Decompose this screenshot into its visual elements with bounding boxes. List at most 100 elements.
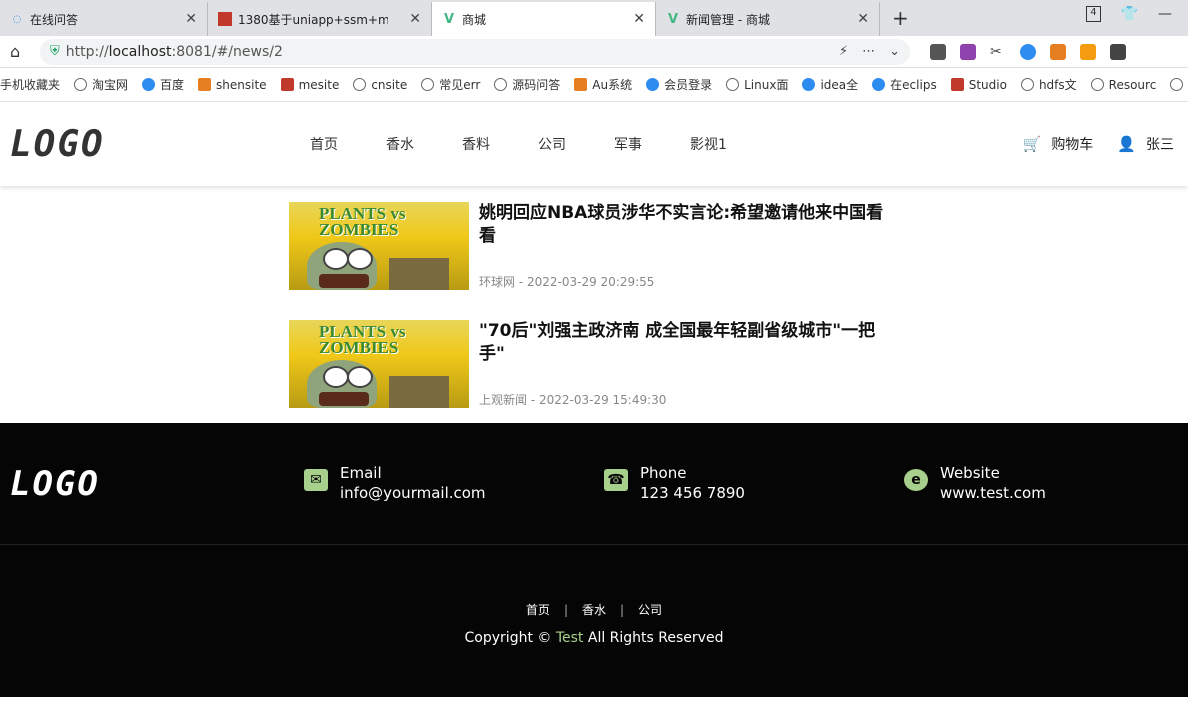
divider: |	[620, 603, 625, 617]
cart-link[interactable]: 🛒 购物车	[1023, 134, 1094, 154]
bookmark-label: 常见err	[439, 78, 481, 92]
user-icon: 👤	[1117, 135, 1136, 153]
bookmark-item[interactable]: 百度	[142, 76, 184, 93]
nav-item-military[interactable]: 军事	[614, 134, 642, 154]
bookmark-item[interactable]: hdfs文	[1020, 76, 1077, 93]
news-meta: 上观新闻 - 2022-03-29 15:49:30	[479, 393, 667, 407]
bookmark-item[interactable]: Au系统	[574, 76, 632, 93]
copyright-brand[interactable]: Test	[556, 630, 584, 646]
footer-link-company[interactable]: 公司	[638, 603, 662, 617]
close-icon[interactable]: ✕	[409, 11, 421, 27]
bookmark-item[interactable]: Linux面	[726, 76, 788, 93]
bookmark-item[interactable]: 在eclips	[872, 76, 937, 93]
nav-item-movies[interactable]: 影视1	[690, 134, 727, 154]
tab-count-badge[interactable]: 4	[1086, 6, 1101, 22]
cart-icon: 🛒	[1022, 135, 1042, 153]
news-item[interactable]: PLANTS vs ZOMBIES "70后"刘强主政济南 成全国最年轻副省级城…	[289, 320, 889, 408]
qa-favicon-icon: ◌	[12, 13, 22, 25]
zombie-eye	[347, 366, 373, 388]
bookmark-item[interactable]: 会员登录	[646, 76, 712, 93]
news-thumbnail[interactable]: PLANTS vs ZOMBIES	[289, 202, 469, 290]
nav-item-home[interactable]: 首页	[310, 134, 338, 154]
news-meta: 环球网 - 2022-03-29 20:29:55	[479, 275, 655, 289]
search-icon[interactable]	[1020, 43, 1036, 60]
bookmark-item[interactable]: shensite	[198, 78, 267, 92]
url-rest: :8081/#/news/2	[171, 43, 283, 60]
footer-link-perfume[interactable]: 香水	[582, 603, 606, 617]
bookmark-label: hdfs文	[1038, 78, 1077, 92]
vue-favicon-icon: V	[667, 11, 679, 27]
site-footer: LOGO ✉ Email info@yourmail.com ☎ Phone 1…	[0, 423, 1188, 697]
news-text: 姚明回应NBA球员涉华不实言论:希望邀请他来中国看看 环球网 - 2022-03…	[479, 202, 889, 290]
home-icon[interactable]: ⌂	[10, 42, 40, 61]
new-tab-icon[interactable]: +	[892, 6, 909, 30]
bookmark-item[interactable]: 淘宝网	[74, 76, 128, 93]
minimize-icon[interactable]: —	[1158, 6, 1172, 22]
bookmark-item[interactable]: mesite	[280, 78, 339, 92]
apps-grid-icon[interactable]	[1110, 43, 1126, 60]
tab-title: 新闻管理 - 商城	[686, 12, 770, 27]
extension-icon[interactable]	[930, 43, 946, 60]
site-icon	[280, 78, 294, 91]
zombie-mouth	[319, 392, 369, 406]
bookmark-label: Resourc	[1108, 77, 1157, 92]
divider: |	[563, 603, 568, 617]
browser-tab-1[interactable]: ◌ 在线问答 ✕	[0, 2, 208, 36]
bookmark-item[interactable]: Studio	[950, 78, 1007, 92]
mail-icon: ✉	[304, 469, 328, 491]
browser-tab-2[interactable]: 1380基于uniapp+ssm+mysql ✕	[208, 2, 432, 36]
browser-tab-3[interactable]: V 商城 ✕	[432, 2, 656, 36]
contact-value[interactable]: www.test.com	[940, 483, 1046, 504]
news-title[interactable]: "70后"刘强主政济南 成全国最年轻副省级城市"一把手"	[479, 320, 889, 366]
contact-value[interactable]: info@yourmail.com	[340, 483, 486, 504]
contact-value[interactable]: 123 456 7890	[640, 483, 745, 504]
nav-item-spice[interactable]: 香料	[462, 134, 490, 154]
game-icon[interactable]	[1050, 43, 1066, 60]
site-icon	[574, 78, 588, 91]
phone-icon: ☎	[604, 469, 628, 491]
user-link[interactable]: 👤 张三	[1117, 134, 1174, 154]
bookmark-label: Au系统	[592, 78, 633, 92]
bookmark-item[interactable]: Resourc	[1090, 77, 1157, 92]
close-icon[interactable]: ✕	[633, 11, 645, 27]
footer-contacts: LOGO ✉ Email info@yourmail.com ☎ Phone 1…	[0, 423, 1188, 545]
globe-icon	[1020, 78, 1034, 91]
chevron-down-icon[interactable]: ⌄	[889, 44, 900, 59]
bookmark-item[interactable]: 源码问答	[494, 76, 560, 93]
vue-favicon-icon: V	[443, 11, 455, 27]
bookmark-item[interactable]: Sp	[1170, 78, 1188, 92]
bookmark-item[interactable]: cnsite	[353, 78, 407, 92]
bookmark-item[interactable]: 常见err	[421, 76, 480, 93]
lightning-icon[interactable]: ⚡	[839, 44, 848, 59]
nav-item-company[interactable]: 公司	[538, 134, 566, 154]
url-input[interactable]: ⛨ http:// localhost :8081/#/news/2 ⚡ ⋯ ⌄	[40, 38, 910, 65]
more-icon[interactable]: ⋯	[862, 44, 875, 59]
news-item[interactable]: PLANTS vs ZOMBIES 姚明回应NBA球员涉华不实言论:希望邀请他来…	[289, 202, 889, 290]
edge-icon: e	[904, 469, 928, 491]
site-logo[interactable]: LOGO	[10, 124, 105, 165]
news-title[interactable]: 姚明回应NBA球员涉华不实言论:希望邀请他来中国看看	[479, 202, 889, 248]
bookmark-label: 在eclips	[890, 78, 937, 92]
bookmark-label: 源码问答	[512, 78, 561, 92]
close-icon[interactable]: ✕	[185, 11, 197, 27]
site-icon	[198, 78, 212, 91]
globe-icon	[1170, 78, 1184, 91]
contact-email: ✉ Email info@yourmail.com	[304, 463, 486, 504]
bookmark-item[interactable]: 手机收藏夹	[0, 76, 60, 93]
scissors-icon[interactable]: ✂	[990, 44, 1006, 60]
skin-icon[interactable]: 👕	[1121, 6, 1138, 22]
shield-ext-icon[interactable]	[1080, 43, 1096, 60]
browser-tab-4[interactable]: V 新闻管理 - 商城 ✕	[656, 2, 880, 36]
close-icon[interactable]: ✕	[857, 11, 869, 27]
news-thumbnail[interactable]: PLANTS vs ZOMBIES	[289, 320, 469, 408]
footer-link-home[interactable]: 首页	[526, 603, 550, 617]
copyright-prefix: Copyright ©	[464, 630, 552, 646]
site-icon	[950, 78, 964, 91]
nav-item-perfume[interactable]: 香水	[386, 134, 414, 154]
bookmark-item[interactable]: idea全	[802, 76, 858, 93]
translate-icon[interactable]	[960, 43, 976, 60]
zombie-body	[389, 376, 449, 408]
bookmark-label: 百度	[160, 78, 185, 92]
main-nav: 首页 香水 香料 公司 军事 影视1	[310, 134, 727, 154]
cart-label: 购物车	[1051, 137, 1094, 153]
